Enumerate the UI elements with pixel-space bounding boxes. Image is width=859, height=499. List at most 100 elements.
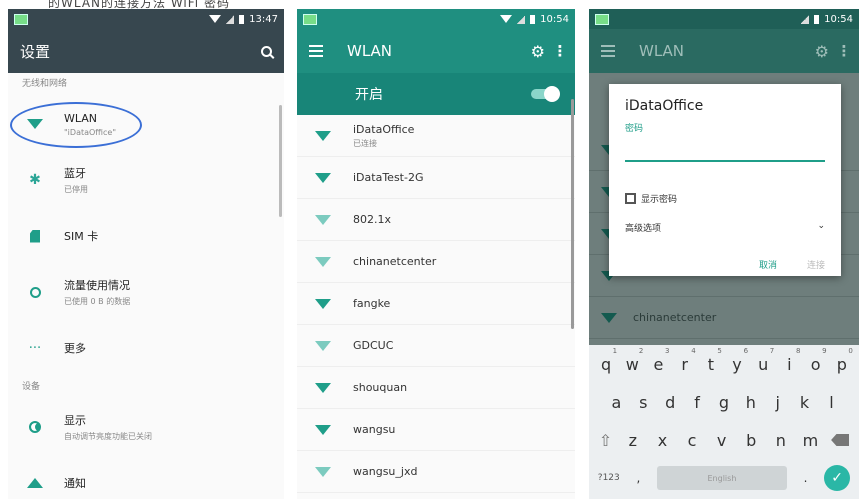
network-item[interactable]: chinanetcenter bbox=[297, 241, 575, 283]
key-e[interactable]: e3 bbox=[649, 347, 670, 374]
menu-icon[interactable] bbox=[309, 45, 323, 57]
wifi-icon bbox=[315, 172, 331, 183]
key-letter: w bbox=[625, 354, 639, 374]
backspace-icon[interactable] bbox=[831, 434, 850, 446]
key-number-hint: 5 bbox=[717, 346, 722, 355]
key-s[interactable]: s bbox=[634, 393, 652, 412]
key-d[interactable]: d bbox=[661, 393, 679, 412]
display-icon bbox=[29, 421, 41, 433]
settings-item-bluetooth[interactable]: ✱ 蓝牙 已停用 bbox=[8, 152, 284, 208]
key-r[interactable]: r4 bbox=[676, 347, 695, 374]
advanced-options[interactable]: 高级选项 ⌄ bbox=[625, 221, 825, 234]
key-number-hint: 1 bbox=[612, 346, 618, 355]
gear-icon: ⚙ bbox=[814, 41, 829, 61]
key-w[interactable]: w2 bbox=[623, 347, 644, 374]
key-k[interactable]: k bbox=[796, 393, 814, 412]
network-name: GDCUC bbox=[353, 339, 394, 352]
show-password-checkbox[interactable]: 显示密码 bbox=[625, 192, 825, 205]
settings-item-sim[interactable]: SIM 卡 bbox=[8, 208, 284, 264]
scrollbar[interactable] bbox=[279, 105, 282, 217]
dialog-title: iDataOffice bbox=[625, 98, 704, 114]
settings-item-wlan[interactable]: WLAN "iDataOffice" bbox=[8, 96, 284, 152]
network-item[interactable]: 802.1x bbox=[297, 199, 575, 241]
key-l[interactable]: l bbox=[822, 393, 840, 412]
period-key[interactable]: . bbox=[797, 471, 815, 485]
settings-item-more[interactable]: ··· 更多 bbox=[8, 320, 284, 376]
gear-icon[interactable]: ⚙ bbox=[531, 42, 545, 61]
network-item[interactable]: iDataOffice 已连接 bbox=[297, 115, 575, 157]
notification-icon bbox=[303, 13, 317, 25]
key-c[interactable]: c bbox=[683, 431, 701, 450]
key-j[interactable]: j bbox=[769, 393, 787, 412]
key-letter: p bbox=[836, 354, 847, 374]
network-name: shouquan bbox=[353, 381, 408, 394]
key-z[interactable]: z bbox=[624, 431, 642, 450]
network-item[interactable]: fangke bbox=[297, 283, 575, 325]
item-title: SIM 卡 bbox=[64, 230, 99, 243]
settings-item-data-usage[interactable]: 流量使用情况 已使用 0 B 的数据 bbox=[8, 264, 284, 320]
settings-item-notification[interactable]: 通知 bbox=[8, 455, 284, 499]
space-bar[interactable]: English bbox=[656, 466, 787, 490]
wlan-toggle-switch[interactable] bbox=[531, 86, 560, 102]
password-dialog-screen: 10:54 WLAN ⚙ ⋮ chinanetcenter iDataOffic… bbox=[589, 9, 859, 499]
key-x[interactable]: x bbox=[653, 431, 671, 450]
key-number-hint: 3 bbox=[665, 346, 670, 355]
key-t[interactable]: t5 bbox=[702, 347, 722, 374]
wifi-password-dialog: iDataOffice 密码 显示密码 高级选项 ⌄ 取消 连接 bbox=[609, 84, 841, 276]
shift-icon[interactable]: ⇧ bbox=[599, 431, 612, 450]
enter-check-icon[interactable]: ✓ bbox=[824, 465, 851, 491]
item-title: 显示 bbox=[64, 414, 86, 427]
key-o[interactable]: o9 bbox=[807, 347, 827, 374]
key-a[interactable]: a bbox=[607, 393, 625, 412]
key-p[interactable]: p0 bbox=[833, 347, 853, 374]
key-g[interactable]: g bbox=[715, 393, 733, 412]
network-item[interactable]: shouquan bbox=[297, 367, 575, 409]
comma-key[interactable]: , bbox=[629, 471, 647, 485]
more-vert-icon[interactable]: ⋮ bbox=[545, 42, 575, 60]
network-name: chinanetcenter bbox=[633, 311, 717, 324]
connect-button[interactable]: 连接 bbox=[807, 258, 825, 271]
key-number-hint: 9 bbox=[822, 346, 827, 355]
section-device: 设备 bbox=[22, 382, 41, 392]
network-name: wangsu_jxd bbox=[353, 465, 418, 478]
key-u[interactable]: u7 bbox=[754, 347, 774, 374]
network-item[interactable]: GDCUC bbox=[297, 325, 575, 367]
key-h[interactable]: h bbox=[742, 393, 760, 412]
key-b[interactable]: b bbox=[742, 431, 760, 450]
wifi-status-icon bbox=[500, 15, 513, 23]
signal-icon bbox=[226, 14, 235, 24]
bluetooth-icon: ✱ bbox=[29, 172, 41, 188]
key-n[interactable]: n bbox=[772, 431, 790, 450]
scrollbar[interactable] bbox=[571, 99, 574, 329]
network-item[interactable]: iDataTest-2G bbox=[297, 157, 575, 199]
wifi-status-icon bbox=[209, 15, 222, 23]
key-m[interactable]: m bbox=[801, 431, 819, 450]
battery-icon bbox=[239, 14, 245, 24]
keyboard-row-4: ?123 , English . ✓ bbox=[589, 459, 859, 497]
checkbox-icon[interactable] bbox=[625, 193, 636, 204]
page-title: WLAN bbox=[639, 42, 685, 60]
item-title: 蓝牙 bbox=[64, 167, 86, 180]
key-v[interactable]: v bbox=[713, 431, 731, 450]
password-label: 密码 bbox=[625, 124, 644, 134]
key-i[interactable]: i8 bbox=[780, 347, 800, 374]
key-q[interactable]: q1 bbox=[597, 347, 617, 374]
wlan-toggle-row[interactable]: 开启 bbox=[297, 73, 575, 115]
menu-icon bbox=[601, 45, 615, 57]
key-number-hint: 4 bbox=[691, 346, 696, 355]
network-item[interactable]: wangsu_jxd bbox=[297, 451, 575, 493]
caption-text: 的WLAN的连接方法 WiFi 密码 bbox=[48, 0, 230, 9]
item-title: 通知 bbox=[64, 477, 86, 490]
cancel-button[interactable]: 取消 bbox=[759, 258, 777, 271]
search-icon[interactable] bbox=[261, 45, 272, 57]
key-f[interactable]: f bbox=[688, 393, 706, 412]
key-y[interactable]: y6 bbox=[728, 347, 748, 374]
wlan-screen: 10:54 WLAN ⚙ ⋮ 开启 iDataOffice 已连接 iDataTe… bbox=[297, 9, 575, 499]
chevron-down-icon[interactable]: ⌄ bbox=[817, 221, 825, 234]
item-title: 流量使用情况 bbox=[64, 279, 130, 292]
network-item[interactable]: wangsu bbox=[297, 409, 575, 451]
settings-item-display[interactable]: 显示 自动调节亮度功能已关闭 bbox=[8, 399, 284, 455]
symbols-key[interactable]: ?123 bbox=[598, 473, 620, 483]
key-number-hint: 2 bbox=[638, 346, 644, 355]
password-field[interactable] bbox=[625, 134, 825, 162]
